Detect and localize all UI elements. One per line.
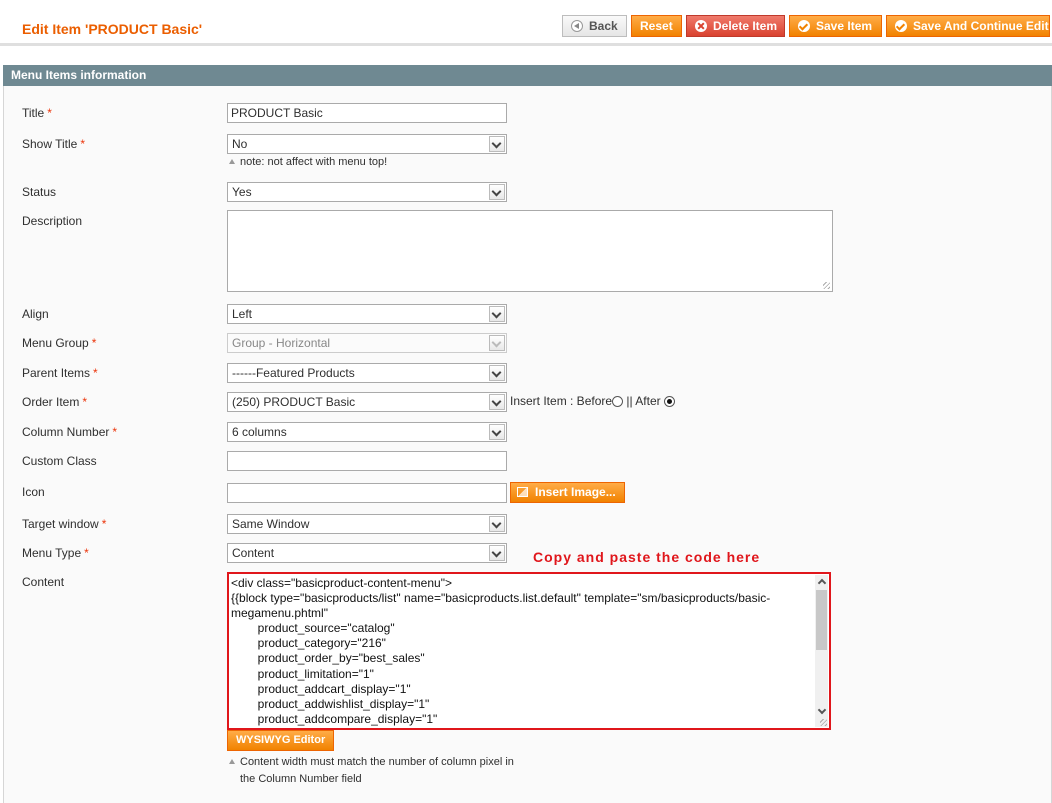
chevron-down-icon — [489, 394, 505, 410]
show-title-select[interactable]: No — [227, 134, 507, 154]
target-window-value: Same Window — [232, 517, 310, 531]
page-header: Edit Item 'PRODUCT Basic' Back Reset Del… — [0, 0, 1052, 46]
show-title-label: Show Title * — [22, 137, 86, 151]
save-item-button[interactable]: Save Item — [789, 15, 882, 37]
menu-group-label: Menu Group * — [22, 336, 97, 350]
reset-label: Reset — [640, 19, 673, 33]
reset-button[interactable]: Reset — [631, 15, 682, 37]
order-item-select[interactable]: (250) PRODUCT Basic — [227, 392, 507, 412]
after-radio[interactable] — [663, 396, 675, 407]
chevron-down-icon — [489, 365, 505, 381]
status-value: Yes — [232, 185, 252, 199]
menu-group-select: Group - Horizontal — [227, 333, 507, 353]
icon-input[interactable] — [227, 483, 507, 503]
save-continue-button[interactable]: Save And Continue Edit — [886, 15, 1050, 37]
section-header: Menu Items information — [3, 65, 1052, 86]
align-value: Left — [232, 307, 253, 321]
menu-type-label: Menu Type * — [22, 546, 89, 560]
insert-position-group: Insert Item : Before || After — [510, 394, 675, 408]
title-label: Title * — [22, 106, 52, 120]
description-textarea[interactable] — [227, 210, 833, 292]
order-item-value: (250) PRODUCT Basic — [232, 395, 356, 409]
triangle-icon — [229, 759, 235, 764]
content-code: <div class="basicproduct-content-menu"> … — [231, 576, 771, 726]
check-icon — [798, 20, 810, 32]
copy-paste-annotation: Copy and paste the code here — [533, 549, 761, 565]
status-select[interactable]: Yes — [227, 182, 507, 202]
triangle-icon — [229, 159, 235, 164]
chevron-down-icon — [489, 516, 505, 532]
check-icon — [895, 20, 907, 32]
wysiwyg-editor-button[interactable]: WYSIWYG Editor — [227, 730, 335, 751]
content-textarea[interactable]: <div class="basicproduct-content-menu"> … — [227, 572, 831, 730]
chevron-down-icon — [489, 184, 505, 200]
align-label: Align — [22, 307, 49, 321]
description-label: Description — [22, 214, 83, 228]
menu-type-value: Content — [232, 546, 275, 560]
chevron-down-icon — [489, 424, 505, 440]
scroll-up-icon[interactable] — [817, 578, 827, 588]
save-label: Save Item — [816, 19, 873, 33]
align-select[interactable]: Left — [227, 304, 507, 324]
delete-label: Delete Item — [713, 19, 778, 33]
content-note-line2: the Column Number field — [240, 773, 362, 785]
custom-class-input[interactable] — [227, 451, 507, 471]
chevron-down-icon — [489, 545, 505, 561]
resize-grip-icon[interactable] — [823, 282, 830, 289]
content-note-line1: Content width must match the number of c… — [240, 756, 514, 768]
content-scrollbar[interactable] — [815, 575, 828, 727]
delete-item-button[interactable]: Delete Item — [686, 15, 785, 37]
status-label: Status — [22, 185, 57, 199]
save-continue-label: Save And Continue Edit — [913, 19, 1049, 33]
order-item-label: Order Item * — [22, 395, 88, 409]
show-title-note: note: not affect with menu top! — [229, 156, 387, 168]
chevron-down-icon — [489, 335, 505, 351]
insert-image-button[interactable]: Insert Image... — [510, 482, 625, 503]
back-button[interactable]: Back — [562, 15, 627, 37]
back-arrow-icon — [571, 20, 583, 32]
scroll-down-icon[interactable] — [817, 705, 827, 715]
menu-type-select[interactable]: Content — [227, 543, 507, 563]
scroll-thumb[interactable] — [816, 590, 827, 650]
parent-items-label: Parent Items * — [22, 366, 98, 380]
content-label: Content — [22, 575, 65, 589]
image-icon — [517, 487, 528, 497]
content-width-note: Content width must match the number of c… — [229, 754, 519, 788]
chevron-down-icon — [489, 136, 505, 152]
page-title: Edit Item 'PRODUCT Basic' — [22, 21, 203, 37]
back-label: Back — [589, 19, 618, 33]
column-number-label: Column Number * — [22, 425, 118, 439]
target-window-label: Target window * — [22, 517, 107, 531]
insert-image-label: Insert Image... — [535, 485, 616, 499]
menu-group-value: Group - Horizontal — [232, 336, 331, 350]
column-number-value: 6 columns — [232, 425, 287, 439]
insert-before-label: Insert Item : Before — [510, 394, 613, 408]
custom-class-label: Custom Class — [22, 454, 97, 468]
title-input[interactable]: PRODUCT Basic — [227, 103, 507, 123]
chevron-down-icon — [489, 306, 505, 322]
column-number-select[interactable]: 6 columns — [227, 422, 507, 442]
parent-items-value: ------Featured Products — [232, 366, 355, 380]
delete-x-icon — [695, 20, 707, 32]
show-title-value: No — [232, 137, 248, 151]
insert-after-label: || After — [623, 394, 661, 408]
icon-label: Icon — [22, 485, 45, 499]
resize-grip-icon[interactable] — [820, 719, 827, 726]
target-window-select[interactable]: Same Window — [227, 514, 507, 534]
before-radio[interactable] — [612, 396, 624, 407]
parent-items-select[interactable]: ------Featured Products — [227, 363, 507, 383]
